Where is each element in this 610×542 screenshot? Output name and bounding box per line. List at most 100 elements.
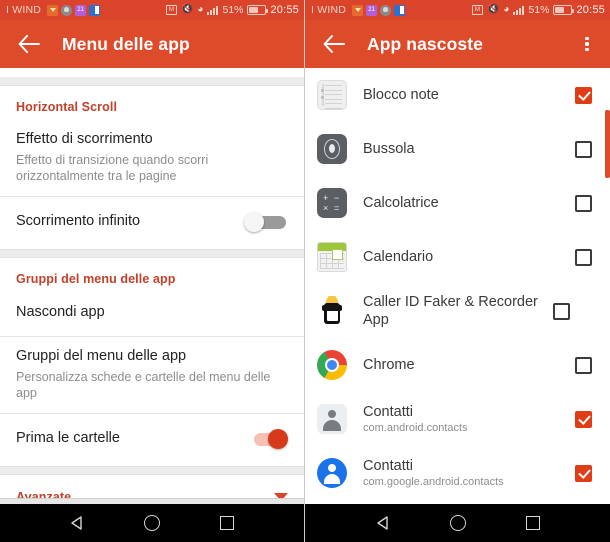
app-list-item-blocco-note[interactable]: Blocco note [305,68,610,122]
setting-row-scorrimento-infinito[interactable]: Scorrimento infinito [0,197,304,250]
setting-row-effetto-di-scorrimento[interactable]: Effetto di scorrimento Effetto di transi… [0,120,304,197]
app-checkbox[interactable] [575,356,592,374]
app-label: Contatti com.google.android.contacts [363,457,565,490]
app-label: Blocco note [363,86,565,104]
app-list-item-calcolatrice[interactable]: + − × = Calcolatrice [305,176,610,230]
mute-icon: 🔇 [180,4,194,15]
setting-subtitle: Effetto di transizione quando scorri ori… [16,152,209,183]
setting-row-nascondi-app[interactable]: Nascondi app [0,292,304,337]
more-options-icon[interactable] [572,27,602,61]
app-label: Calcolatrice [363,194,565,212]
app-checkbox[interactable] [575,86,592,104]
hidden-apps-list[interactable]: Blocco note Bussola + − × = Calcolatrice… [305,68,610,498]
setting-subtitle: Personalizza schede e cartelle del menu … [16,369,271,400]
calendar-icon [317,242,347,272]
contacts-sync-icon [89,4,101,16]
chevron-down-icon[interactable] [274,493,288,498]
nav-back-icon[interactable] [66,512,88,534]
app-list: Blocco note Bussola + − × = Calcolatrice… [305,68,610,498]
app-checkbox[interactable] [575,410,592,428]
toggle-knob [244,212,264,233]
cloud-icon [61,4,73,16]
section-avanzate: Avanzate [0,475,304,498]
battery-icon [553,5,575,15]
contacts-sync-icon [394,4,406,16]
setting-row-prima-le-cartelle[interactable]: Prima le cartelle [0,414,304,467]
system-nav-bar-left [0,504,304,542]
app-title: Caller ID Faker & Recorder App [363,293,538,328]
nav-recents-icon[interactable] [216,512,238,534]
wifi-icon: ◕ [197,4,204,15]
back-arrow-icon[interactable] [319,29,349,59]
app-list-item-calendario[interactable]: Calendario [305,230,610,284]
section-gruppi-menu-app: Gruppi del menu delle app Nascondi app G… [0,258,304,467]
section-heading-avanzate: Avanzate [16,490,72,498]
clock-label: 20:55 [270,4,299,16]
nav-back-icon[interactable] [372,512,394,534]
battery-percent-label: 51% [528,4,550,16]
app-title: Chrome [363,356,415,373]
dual-screenshot: I WIND 🔇 ◕ 51% 20:55 [0,0,610,542]
contacts-gray-icon [317,404,347,434]
app-list-item-contatti-android[interactable]: Contatti com.android.contacts [305,392,610,446]
section-separator [0,466,304,476]
wifi-icon: ◕ [503,4,510,15]
app-title: Blocco note [363,86,439,103]
setting-title: Prima le cartelle [16,430,120,447]
notepad-icon [317,80,347,110]
clock-label: 20:55 [576,4,605,16]
toggle-prima-le-cartelle[interactable] [244,428,288,450]
app-checkbox[interactable] [575,248,592,266]
battery-percent-label: 51% [222,4,244,16]
app-label: Chrome [363,356,565,374]
setting-title: Effetto di scorrimento [16,131,153,147]
app-label: Contatti com.android.contacts [363,403,565,436]
app-list-item-caller-id-faker[interactable]: Caller ID Faker & Recorder App [305,284,610,338]
app-bar-left: Menu delle app [0,20,304,68]
carrier-label: I WIND [6,4,42,16]
list-top-partial-row [0,68,304,77]
back-arrow-icon[interactable] [14,29,44,59]
signal-icon [513,5,525,15]
status-bar-right: I WIND 🔇 ◕ 51% 20:55 [305,0,610,20]
app-checkbox[interactable] [575,140,592,158]
nav-home-icon[interactable] [447,512,469,534]
app-list-item-contatti-google[interactable]: Contatti com.google.android.contacts [305,446,610,498]
nav-home-icon[interactable] [141,512,163,534]
app-checkbox[interactable] [553,302,570,320]
calendar-badge-icon [366,4,378,16]
app-title: Calendario [363,248,434,265]
battery-icon [247,5,269,15]
app-label: Bussola [363,140,565,158]
status-system-icons: 🔇 ◕ 51% 20:55 [165,4,299,16]
section-heading-horizontal-scroll: Horizontal Scroll [16,100,118,114]
vpn-icon [165,5,177,15]
nav-recents-icon[interactable] [522,512,544,534]
app-checkbox[interactable] [575,464,592,482]
toggle-scorrimento-infinito[interactable] [244,211,288,233]
app-title: Contatti [363,457,413,474]
setting-title: Nascondi app [16,304,105,321]
app-label: Calendario [363,248,565,266]
app-bar-right: App nascoste [305,20,610,68]
right-screen-hidden-apps: I WIND 🔇 ◕ 51% 20:55 [305,0,610,542]
setting-row-gruppi-del-menu-delle-app[interactable]: Gruppi del menu delle app Personalizza s… [0,337,304,414]
setting-row-avanzate[interactable]: Avanzate [0,475,304,498]
calendar-badge-icon [75,4,87,16]
app-title: Bussola [363,140,415,157]
settings-list[interactable]: Horizontal Scroll Effetto di scorrimento… [0,68,304,498]
download-icon [352,4,364,16]
app-package: com.google.android.contacts [363,475,504,488]
status-bar-left: I WIND 🔇 ◕ 51% 20:55 [0,0,304,20]
caller-id-faker-icon [317,296,347,326]
list-scrollbar-thumb[interactable] [605,110,610,178]
app-package: com.android.contacts [363,421,468,434]
app-checkbox[interactable] [575,194,592,212]
app-list-item-chrome[interactable]: Chrome [305,338,610,392]
toggle-knob [268,429,288,450]
app-label: Caller ID Faker & Recorder App [363,293,543,329]
calculator-icon: + − × = [317,188,347,218]
system-nav-bar-right [305,504,610,542]
app-list-item-bussola[interactable]: Bussola [305,122,610,176]
section-separator [0,77,304,86]
